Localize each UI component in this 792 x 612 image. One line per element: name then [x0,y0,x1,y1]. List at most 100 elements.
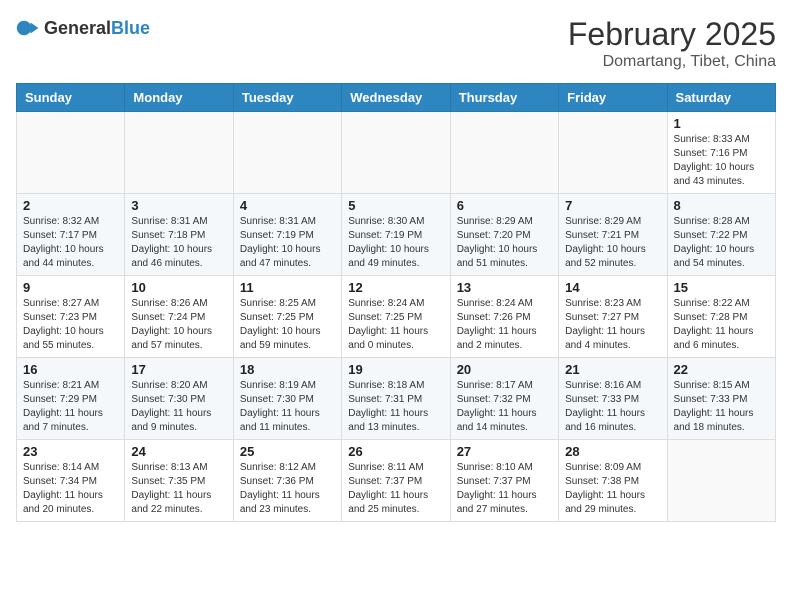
day-number: 18 [240,362,335,377]
page-header: GeneralBlue February 2025 Domartang, Tib… [16,16,776,71]
day-info: Sunrise: 8:21 AM Sunset: 7:29 PM Dayligh… [23,379,118,435]
day-info: Sunrise: 8:09 AM Sunset: 7:38 PM Dayligh… [565,461,660,517]
day-info: Sunrise: 8:32 AM Sunset: 7:17 PM Dayligh… [23,215,118,271]
calendar-cell: 21 Sunrise: 8:16 AM Sunset: 7:33 PM Dayli… [559,358,667,440]
logo-icon [16,16,40,40]
calendar-cell: 10 Sunrise: 8:26 AM Sunset: 7:24 PM Dayli… [125,276,233,358]
calendar-cell [450,112,558,194]
calendar-cell: 7 Sunrise: 8:29 AM Sunset: 7:21 PM Daylig… [559,194,667,276]
calendar-cell: 12 Sunrise: 8:24 AM Sunset: 7:25 PM Dayli… [342,276,450,358]
calendar-cell: 5 Sunrise: 8:30 AM Sunset: 7:19 PM Daylig… [342,194,450,276]
day-number: 17 [131,362,226,377]
day-number: 6 [457,198,552,213]
logo-text-blue: Blue [111,18,150,38]
day-number: 9 [23,280,118,295]
day-info: Sunrise: 8:29 AM Sunset: 7:20 PM Dayligh… [457,215,552,271]
calendar-cell: 3 Sunrise: 8:31 AM Sunset: 7:18 PM Daylig… [125,194,233,276]
day-info: Sunrise: 8:20 AM Sunset: 7:30 PM Dayligh… [131,379,226,435]
day-number: 22 [674,362,769,377]
day-info: Sunrise: 8:13 AM Sunset: 7:35 PM Dayligh… [131,461,226,517]
day-number: 23 [23,444,118,459]
day-of-week-header: Thursday [450,84,558,112]
day-of-week-header: Friday [559,84,667,112]
day-info: Sunrise: 8:25 AM Sunset: 7:25 PM Dayligh… [240,297,335,353]
calendar-cell: 4 Sunrise: 8:31 AM Sunset: 7:19 PM Daylig… [233,194,341,276]
calendar-cell: 1 Sunrise: 8:33 AM Sunset: 7:16 PM Daylig… [667,112,775,194]
day-number: 19 [348,362,443,377]
day-of-week-header: Monday [125,84,233,112]
day-info: Sunrise: 8:16 AM Sunset: 7:33 PM Dayligh… [565,379,660,435]
day-of-week-header: Saturday [667,84,775,112]
day-number: 24 [131,444,226,459]
calendar-cell: 13Sunrise: 8:24 AM Sunset: 7:26 PM Dayli… [450,276,558,358]
title-block: February 2025 Domartang, Tibet, China [568,16,776,71]
day-info: Sunrise: 8:29 AM Sunset: 7:21 PM Dayligh… [565,215,660,271]
day-number: 3 [131,198,226,213]
calendar-week-row: 9 Sunrise: 8:27 AM Sunset: 7:23 PM Daylig… [17,276,776,358]
calendar-cell: 6 Sunrise: 8:29 AM Sunset: 7:20 PM Daylig… [450,194,558,276]
day-info: Sunrise: 8:24 AM Sunset: 7:26 PM Dayligh… [457,297,552,353]
day-number: 10 [131,280,226,295]
day-number: 21 [565,362,660,377]
logo: GeneralBlue [16,16,150,40]
day-number: 11 [240,280,335,295]
calendar-cell [559,112,667,194]
calendar-cell: 9 Sunrise: 8:27 AM Sunset: 7:23 PM Daylig… [17,276,125,358]
calendar-week-row: 2 Sunrise: 8:32 AM Sunset: 7:17 PM Daylig… [17,194,776,276]
day-of-week-header: Wednesday [342,84,450,112]
calendar-cell [17,112,125,194]
day-info: Sunrise: 8:11 AM Sunset: 7:37 PM Dayligh… [348,461,443,517]
day-info: Sunrise: 8:31 AM Sunset: 7:18 PM Dayligh… [131,215,226,271]
day-number: 5 [348,198,443,213]
day-info: Sunrise: 8:30 AM Sunset: 7:19 PM Dayligh… [348,215,443,271]
day-number: 26 [348,444,443,459]
calendar-cell [233,112,341,194]
calendar-cell: 26 Sunrise: 8:11 AM Sunset: 7:37 PM Dayli… [342,440,450,522]
calendar-cell: 17 Sunrise: 8:20 AM Sunset: 7:30 PM Dayli… [125,358,233,440]
day-of-week-header: Tuesday [233,84,341,112]
day-info: Sunrise: 8:14 AM Sunset: 7:34 PM Dayligh… [23,461,118,517]
day-info: Sunrise: 8:18 AM Sunset: 7:31 PM Dayligh… [348,379,443,435]
day-number: 14 [565,280,660,295]
day-info: Sunrise: 8:24 AM Sunset: 7:25 PM Dayligh… [348,297,443,353]
day-number: 25 [240,444,335,459]
day-info: Sunrise: 8:31 AM Sunset: 7:19 PM Dayligh… [240,215,335,271]
day-info: Sunrise: 8:10 AM Sunset: 7:37 PM Dayligh… [457,461,552,517]
day-info: Sunrise: 8:19 AM Sunset: 7:30 PM Dayligh… [240,379,335,435]
day-number: 12 [348,280,443,295]
calendar-week-row: 1 Sunrise: 8:33 AM Sunset: 7:16 PM Daylig… [17,112,776,194]
day-info: Sunrise: 8:15 AM Sunset: 7:33 PM Dayligh… [674,379,769,435]
calendar-cell [342,112,450,194]
calendar-cell: 2 Sunrise: 8:32 AM Sunset: 7:17 PM Daylig… [17,194,125,276]
day-info: Sunrise: 8:27 AM Sunset: 7:23 PM Dayligh… [23,297,118,353]
calendar-cell: 8 Sunrise: 8:28 AM Sunset: 7:22 PM Daylig… [667,194,775,276]
calendar-header-row: SundayMondayTuesdayWednesdayThursdayFrid… [17,84,776,112]
day-info: Sunrise: 8:22 AM Sunset: 7:28 PM Dayligh… [674,297,769,353]
day-info: Sunrise: 8:23 AM Sunset: 7:27 PM Dayligh… [565,297,660,353]
calendar-cell: 19 Sunrise: 8:18 AM Sunset: 7:31 PM Dayli… [342,358,450,440]
calendar-cell: 25Sunrise: 8:12 AM Sunset: 7:36 PM Dayli… [233,440,341,522]
calendar-cell: 18 Sunrise: 8:19 AM Sunset: 7:30 PM Dayli… [233,358,341,440]
day-info: Sunrise: 8:28 AM Sunset: 7:22 PM Dayligh… [674,215,769,271]
calendar-cell: 14 Sunrise: 8:23 AM Sunset: 7:27 PM Dayli… [559,276,667,358]
day-info: Sunrise: 8:33 AM Sunset: 7:16 PM Dayligh… [674,133,769,189]
day-info: Sunrise: 8:26 AM Sunset: 7:24 PM Dayligh… [131,297,226,353]
calendar-cell: 11 Sunrise: 8:25 AM Sunset: 7:25 PM Dayli… [233,276,341,358]
day-number: 16 [23,362,118,377]
day-number: 27 [457,444,552,459]
day-number: 4 [240,198,335,213]
calendar-cell: 28 Sunrise: 8:09 AM Sunset: 7:38 PM Dayli… [559,440,667,522]
day-number: 7 [565,198,660,213]
calendar-cell [125,112,233,194]
month-title: February 2025 [568,16,776,53]
day-number: 8 [674,198,769,213]
day-number: 1 [674,116,769,131]
logo-text-general: General [44,18,111,38]
day-number: 28 [565,444,660,459]
calendar-cell: 22 Sunrise: 8:15 AM Sunset: 7:33 PM Dayli… [667,358,775,440]
day-number: 20 [457,362,552,377]
calendar-cell: 16 Sunrise: 8:21 AM Sunset: 7:29 PM Dayli… [17,358,125,440]
location-title: Domartang, Tibet, China [568,53,776,71]
calendar-table: SundayMondayTuesdayWednesdayThursdayFrid… [16,83,776,522]
day-number: 2 [23,198,118,213]
